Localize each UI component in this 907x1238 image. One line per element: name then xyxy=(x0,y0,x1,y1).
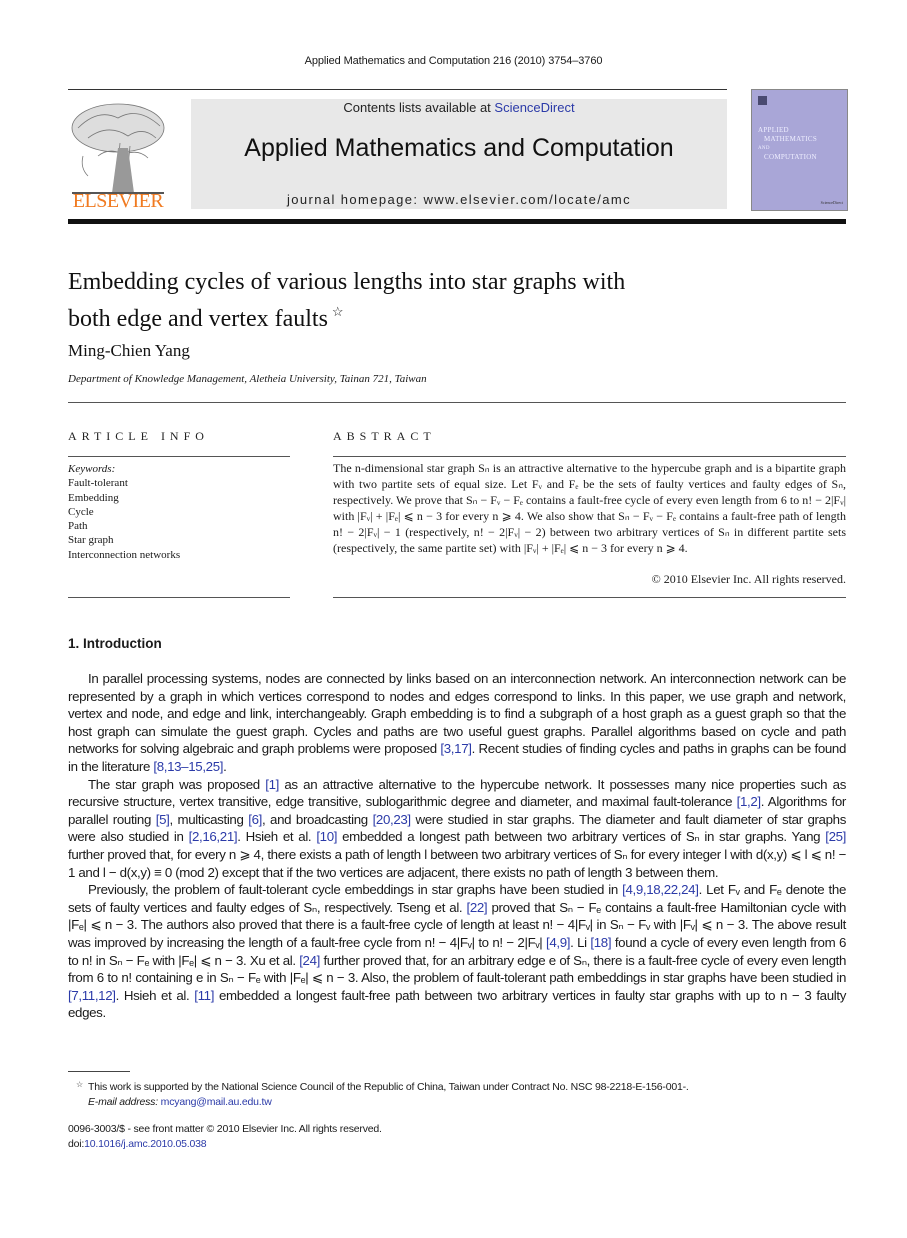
abstract-text: The n-dimensional star graph Sₙ is an at… xyxy=(333,461,846,555)
citation-link[interactable]: [4,9] xyxy=(546,935,570,950)
citation-link[interactable]: [10] xyxy=(316,829,337,844)
email-footnote: E-mail address: mcyang@mail.au.edu.tw xyxy=(68,1095,846,1110)
header-divider xyxy=(68,402,846,403)
citation-link[interactable]: [1] xyxy=(265,777,279,792)
article-info-heading: ARTICLE INFO xyxy=(68,429,209,443)
citation-link[interactable]: [25] xyxy=(825,829,846,844)
article-info-bottom-rule xyxy=(68,597,290,598)
keyword: Path xyxy=(68,520,88,533)
email-link[interactable]: mcyang@mail.au.edu.tw xyxy=(161,1096,272,1108)
email-label: E-mail address: xyxy=(88,1096,158,1108)
contents-prefix: Contents lists available at xyxy=(343,100,495,115)
citation-link[interactable]: [8,13–15,25] xyxy=(153,759,223,774)
title-line: Embedding cycles of various lengths into… xyxy=(68,269,626,295)
abstract-copyright: © 2010 Elsevier Inc. All rights reserved… xyxy=(651,572,846,586)
funding-footnote: ☆ This work is supported by the National … xyxy=(68,1077,846,1095)
citation-link[interactable]: [24] xyxy=(299,953,320,968)
keywords-list: Keywords: Fault-tolerant Embedding Cycle… xyxy=(68,462,180,562)
title-footnote-star-icon[interactable]: ☆ xyxy=(332,304,344,319)
footnotes: ☆ This work is supported by the National … xyxy=(68,1077,846,1110)
funding-text: This work is supported by the National S… xyxy=(87,1081,689,1093)
footnote-star-icon: ☆ xyxy=(76,1080,83,1089)
issn-line: 0096-3003/$ - see front matter © 2010 El… xyxy=(68,1123,382,1135)
cover-line: APPLIED xyxy=(758,126,789,134)
citation-link[interactable]: [7,11,12] xyxy=(68,988,116,1003)
cover-logo-icon xyxy=(758,96,767,105)
cover-title: APPLIED MATHEMATICS AND COMPUTATION xyxy=(758,126,817,162)
paragraph: Previously, the problem of fault-toleran… xyxy=(68,882,847,1021)
cover-line: AND xyxy=(758,146,770,151)
article-info-rule xyxy=(68,456,290,457)
title-line: both edge and vertex faults ☆ xyxy=(68,297,768,334)
affiliation: Department of Knowledge Management, Alet… xyxy=(68,373,427,385)
citation-link[interactable]: [20,23] xyxy=(373,812,412,827)
keyword: Cycle xyxy=(68,505,94,518)
section-body: In parallel processing systems, nodes ar… xyxy=(68,670,846,1022)
citation-link[interactable]: [22] xyxy=(466,900,487,915)
citation-link[interactable]: [3,17] xyxy=(440,741,472,756)
doi-link[interactable]: 10.1016/j.amc.2010.05.038 xyxy=(84,1138,206,1150)
cover-sciencedirect-mark: ScienceDirect xyxy=(820,200,843,205)
citation-link[interactable]: [11] xyxy=(194,988,214,1003)
keyword: Star graph xyxy=(68,534,114,547)
doi-line: doi:10.1016/j.amc.2010.05.038 xyxy=(68,1137,382,1152)
journal-title: Applied Mathematics and Computation xyxy=(244,134,674,162)
sciencedirect-link[interactable]: ScienceDirect xyxy=(494,100,574,115)
article-title: Embedding cycles of various lengths into… xyxy=(68,268,768,334)
abstract-heading: ABSTRACT xyxy=(333,429,436,443)
keyword: Interconnection networks xyxy=(68,548,181,561)
footnote-rule xyxy=(68,1071,130,1072)
contents-line: Contents lists available at ScienceDirec… xyxy=(191,100,727,115)
running-header: Applied Mathematics and Computation 216 … xyxy=(304,55,603,67)
section-heading: 1. Introduction xyxy=(68,636,162,651)
citation-link[interactable]: [2,16,21] xyxy=(189,829,238,844)
title-text: both edge and vertex faults xyxy=(68,306,328,332)
publisher-logo-text: ELSEVIER xyxy=(72,190,164,212)
journal-cover-image: APPLIED MATHEMATICS AND COMPUTATION Scie… xyxy=(751,89,848,211)
paragraph: In parallel processing systems, nodes ar… xyxy=(68,671,846,774)
masthead-rule xyxy=(68,219,846,224)
citation-link[interactable]: [6] xyxy=(248,812,262,827)
citation-link[interactable]: [4,9,18,22,24] xyxy=(622,882,699,897)
author-name: Ming-Chien Yang xyxy=(68,341,190,360)
cover-line: MATHEMATICS xyxy=(764,135,818,143)
cover-line: COMPUTATION xyxy=(764,153,817,161)
issn-block: 0096-3003/$ - see front matter © 2010 El… xyxy=(68,1122,382,1152)
paragraph: The star graph was proposed [1] as an at… xyxy=(68,776,847,880)
citation-link[interactable]: [5] xyxy=(156,812,170,827)
citation-link[interactable]: [1,2] xyxy=(737,794,761,809)
top-rule xyxy=(68,89,727,90)
doi-prefix: doi: xyxy=(68,1138,85,1150)
abstract-rule xyxy=(333,456,846,457)
keyword: Fault-tolerant xyxy=(68,477,128,490)
citation-link[interactable]: [18] xyxy=(590,935,611,950)
abstract-bottom-rule xyxy=(333,597,846,598)
keywords-label: Keywords: xyxy=(68,463,116,475)
keyword: Embedding xyxy=(68,491,119,504)
journal-homepage-link[interactable]: journal homepage: www.elsevier.com/locat… xyxy=(191,192,727,207)
